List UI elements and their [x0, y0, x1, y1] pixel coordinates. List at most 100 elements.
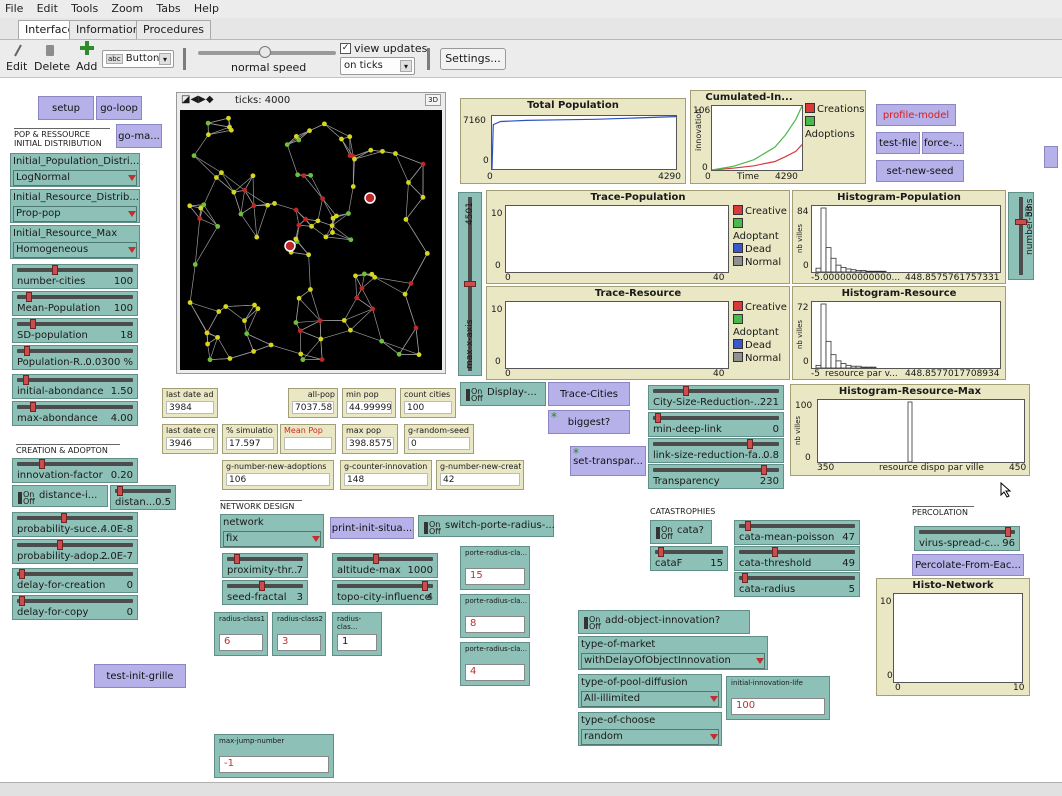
menu-file[interactable]: File: [0, 0, 28, 15]
city-node[interactable]: [406, 180, 411, 185]
slider-knob[interactable]: [23, 346, 30, 356]
slider-knob[interactable]: [258, 581, 265, 591]
trash-icon[interactable]: [44, 43, 56, 57]
speed-slider-knob[interactable]: [259, 46, 271, 58]
slider-knob[interactable]: [56, 540, 63, 550]
city-node[interactable]: [293, 236, 299, 242]
percolate-from-each-button[interactable]: Percolate-From-Eac...: [912, 554, 1024, 576]
city-node[interactable]: [298, 351, 304, 357]
slider-knob[interactable]: [742, 573, 749, 583]
test-init-grille-button[interactable]: test-init-grille: [94, 664, 186, 688]
radius-class3-input[interactable]: radius-clas... 1: [332, 612, 382, 656]
display-switch[interactable]: On Off Display-...: [460, 382, 546, 406]
city-node[interactable]: [309, 223, 314, 229]
city-node[interactable]: [370, 306, 376, 312]
slider-knob[interactable]: [117, 486, 123, 496]
city-node[interactable]: [379, 338, 385, 344]
city-node[interactable]: [251, 348, 257, 354]
city-node[interactable]: [296, 295, 302, 301]
city-node[interactable]: [301, 173, 307, 178]
city-node[interactable]: [330, 230, 335, 235]
city-node[interactable]: [393, 151, 398, 156]
network-view[interactable]: [180, 110, 442, 370]
slider-knob[interactable]: [19, 596, 26, 606]
city-node[interactable]: [215, 223, 221, 229]
slider-knob[interactable]: [772, 547, 778, 557]
number-cities-slider[interactable]: number-cities 100: [12, 264, 138, 289]
city-node[interactable]: [227, 356, 233, 361]
city-node[interactable]: [226, 115, 231, 121]
slider-knob[interactable]: [655, 413, 662, 423]
city-node[interactable]: [205, 120, 211, 126]
city-node[interactable]: [361, 271, 367, 277]
radius-class1-input[interactable]: radius-class1 6: [214, 612, 268, 656]
number-bins-slider[interactable]: number-bins 38: [1008, 192, 1035, 280]
type-of-pool-diffusion-chooser[interactable]: type-of-pool-diffusion All-illimited: [578, 674, 722, 708]
city-node[interactable]: [293, 134, 299, 139]
initial-resource-max-chooser[interactable]: Initial_Resource_Max Homogeneous: [10, 225, 140, 259]
city-node[interactable]: [251, 203, 257, 209]
slider-knob[interactable]: [52, 265, 59, 275]
slider-knob[interactable]: [464, 281, 476, 287]
slider-knob[interactable]: [61, 513, 67, 523]
city-node[interactable]: [238, 211, 244, 217]
city-node[interactable]: [219, 170, 224, 176]
probability-success-slider[interactable]: probability-suce... 4.0E-8: [12, 512, 138, 537]
switch-porte-radius[interactable]: On Off switch-porte-radius-...: [418, 515, 555, 537]
large-city-node[interactable]: [284, 240, 296, 252]
city-node[interactable]: [254, 234, 260, 240]
city-node[interactable]: [403, 217, 409, 222]
city-node[interactable]: [255, 306, 261, 312]
city-node[interactable]: [408, 281, 414, 286]
city-node[interactable]: [354, 295, 360, 301]
distance-switch[interactable]: On Off distance-i...: [12, 485, 108, 507]
cata-threshold-slider[interactable]: cata-threshold 49: [734, 546, 860, 571]
set-transparency-button[interactable]: set-transpar... *: [570, 446, 646, 476]
porte-radius-class2-input[interactable]: porte-radius-cla... 8: [460, 594, 530, 638]
sd-population-slider[interactable]: SD-population 18: [12, 318, 138, 343]
city-node[interactable]: [205, 341, 210, 347]
city-node[interactable]: [300, 357, 306, 363]
max-jump-number-input[interactable]: max-jump-number -1: [214, 734, 334, 778]
setup-button[interactable]: setup: [38, 96, 94, 120]
city-node[interactable]: [424, 251, 430, 256]
city-node[interactable]: [231, 189, 237, 195]
slider-knob[interactable]: [30, 402, 37, 412]
city-node[interactable]: [192, 262, 198, 267]
view-updates-checkbox[interactable]: ✓: [340, 43, 351, 54]
city-node[interactable]: [307, 128, 312, 134]
settings-button[interactable]: Settings...: [440, 48, 506, 70]
go-ma-button[interactable]: go-ma...: [116, 124, 162, 148]
initial-resource-chooser[interactable]: Initial_Resource_Distrib... Prop-pop: [10, 189, 140, 223]
virus-spread-slider[interactable]: virus-spread-c... 96: [914, 526, 1020, 551]
city-node[interactable]: [306, 252, 312, 258]
tab-procedures[interactable]: Procedures: [136, 20, 211, 39]
city-node[interactable]: [268, 342, 274, 348]
radius-class2-input[interactable]: radius-class2 3: [272, 612, 326, 656]
profile-model-button[interactable]: profile-model: [876, 104, 956, 126]
delete-button[interactable]: Delete: [34, 60, 70, 73]
slider-knob[interactable]: [22, 375, 29, 385]
city-node[interactable]: [297, 328, 303, 334]
cataF-slider[interactable]: cataF 15: [650, 546, 728, 571]
city-node[interactable]: [341, 317, 347, 323]
city-node[interactable]: [215, 334, 220, 340]
large-city-node[interactable]: [364, 192, 376, 204]
city-node[interactable]: [413, 325, 419, 331]
city-node[interactable]: [380, 148, 385, 154]
menu-tools[interactable]: Tools: [66, 0, 103, 15]
initial-innovation-life-input[interactable]: initial-innovation-life 100: [726, 676, 830, 720]
cata-mean-poisson-slider[interactable]: cata-mean-poisson 47: [734, 520, 860, 545]
city-node[interactable]: [284, 142, 290, 148]
city-node[interactable]: [318, 336, 324, 342]
slider-knob[interactable]: [421, 581, 428, 591]
probability-adoption-slider[interactable]: probability-adop... 2.0E-7: [12, 539, 138, 564]
menu-help[interactable]: Help: [189, 0, 224, 15]
city-node[interactable]: [295, 172, 301, 178]
city-node[interactable]: [244, 331, 250, 337]
city-node[interactable]: [242, 187, 248, 193]
slider-knob[interactable]: [761, 465, 767, 475]
delay-for-creation-slider[interactable]: delay-for-creation 0: [12, 568, 138, 593]
city-node[interactable]: [191, 153, 197, 159]
city-node[interactable]: [347, 153, 353, 159]
